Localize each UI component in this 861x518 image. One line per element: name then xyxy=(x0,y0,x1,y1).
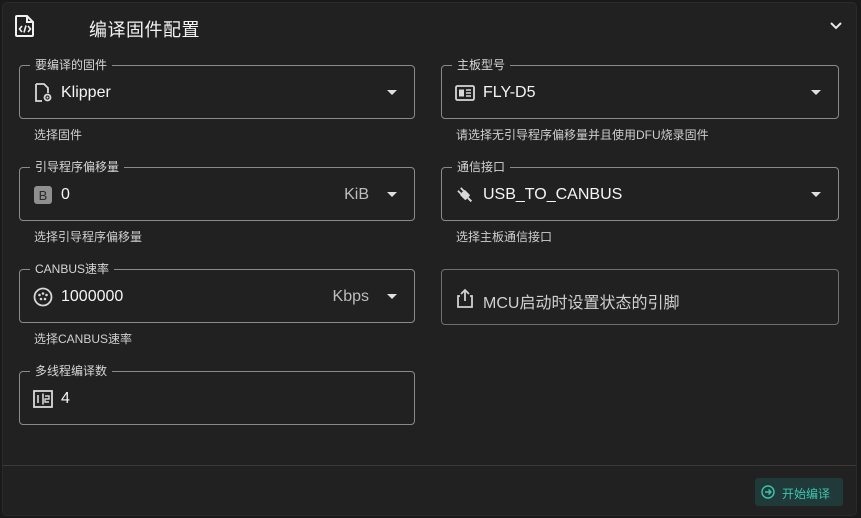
canbus-speed-value: 1000000 xyxy=(61,288,124,305)
canbus-speed-select[interactable]: CANBUS速率 1000000 Kbps xyxy=(19,262,415,323)
firmware-legend: 要编译的固件 xyxy=(30,58,113,72)
threads-value: 4 xyxy=(61,390,70,407)
b-box-icon: B xyxy=(34,186,52,204)
interface-hint: 选择主板通信接口 xyxy=(456,230,553,244)
file-gear-icon xyxy=(35,83,52,102)
start-compile-button[interactable]: 开始编译 xyxy=(755,478,843,506)
bootloader-offset-hint: 选择引导程序偏移量 xyxy=(34,230,143,244)
threads-input[interactable]: 多线程编译数 4 xyxy=(19,364,415,425)
threads-legend: 多线程编译数 xyxy=(30,364,113,378)
share-upload-icon xyxy=(457,288,473,308)
svg-text:B: B xyxy=(39,188,48,203)
mcu-startup-pins-button[interactable]: MCU启动时设置状态的引脚 xyxy=(441,269,839,325)
interface-legend: 通信接口 xyxy=(452,160,511,174)
page-title: 编译固件配置 xyxy=(89,20,200,40)
compile-firmware-panel: 编译固件配置 要编译的固件 Klipper 选择固件 主板型号 FLY-D5 请… xyxy=(3,3,856,515)
footer-divider xyxy=(3,465,856,466)
board-chip-icon xyxy=(455,85,475,101)
bootloader-offset-select[interactable]: 引导程序偏移量 B 0 KiB xyxy=(19,160,415,221)
firmware-select[interactable]: 要编译的固件 Klipper xyxy=(19,58,415,119)
interface-value: USB_TO_CANBUS xyxy=(483,186,623,203)
bootloader-offset-value: 0 xyxy=(61,186,70,203)
board-select[interactable]: 主板型号 FLY-D5 xyxy=(441,58,839,119)
dropdown-arrow-icon[interactable] xyxy=(811,192,821,197)
dropdown-arrow-icon[interactable] xyxy=(387,192,397,197)
canbus-speed-hint: 选择CANBUS速率 xyxy=(34,332,133,346)
interface-select[interactable]: 通信接口 USB_TO_CANBUS xyxy=(441,160,839,221)
canbus-speed-legend: CANBUS速率 xyxy=(30,262,115,276)
firmware-hint: 选择固件 xyxy=(34,128,83,142)
firmware-value: Klipper xyxy=(61,84,111,101)
board-hint: 请选择无引导程序偏移量并且使用DFU烧录固件 xyxy=(456,128,709,142)
canbus-speed-unit: Kbps xyxy=(332,288,369,305)
file-code-icon xyxy=(15,15,34,37)
mcu-startup-pins-label: MCU启动时设置状态的引脚 xyxy=(483,295,680,312)
bootloader-offset-legend: 引导程序偏移量 xyxy=(30,160,125,174)
serial-port-icon xyxy=(33,287,53,307)
numeric-box-icon xyxy=(33,390,53,408)
arrow-circle-right-icon xyxy=(761,485,775,499)
dropdown-arrow-icon[interactable] xyxy=(811,90,821,95)
dropdown-arrow-icon[interactable] xyxy=(387,294,397,299)
panel-header[interactable]: 编译固件配置 xyxy=(3,3,856,49)
bootloader-offset-unit: KiB xyxy=(344,186,369,203)
board-legend: 主板型号 xyxy=(452,58,511,72)
board-value: FLY-D5 xyxy=(483,84,536,101)
dropdown-arrow-icon[interactable] xyxy=(387,90,397,95)
chevron-down-icon[interactable] xyxy=(828,17,844,33)
usb-plug-icon xyxy=(457,187,473,203)
start-compile-label: 开始编译 xyxy=(782,487,831,501)
